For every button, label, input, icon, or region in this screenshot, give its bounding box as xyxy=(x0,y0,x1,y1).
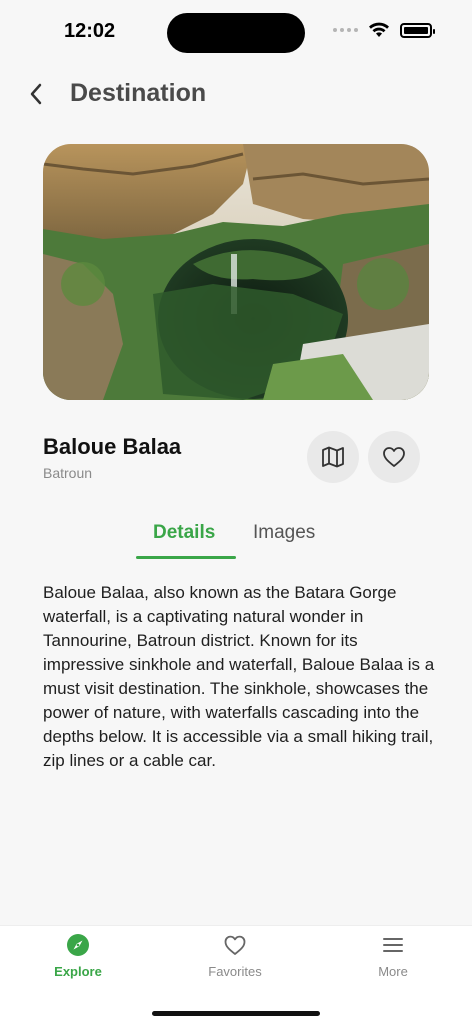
nav-explore-label: Explore xyxy=(54,964,102,979)
chevron-left-icon xyxy=(30,83,42,105)
dynamic-island xyxy=(167,13,305,53)
cellular-signal-icon xyxy=(333,28,358,32)
status-bar: 12:02 xyxy=(0,0,472,62)
status-icons xyxy=(333,22,435,38)
bottom-nav: Explore Favorites More xyxy=(0,925,472,1024)
favorite-button[interactable] xyxy=(368,431,420,483)
tab-bar: Details Images xyxy=(0,518,472,562)
header: Destination xyxy=(0,72,472,116)
heart-icon xyxy=(383,447,405,467)
nav-more[interactable]: More xyxy=(343,932,443,979)
tab-details[interactable]: Details xyxy=(153,522,215,544)
nav-more-label: More xyxy=(378,964,408,979)
tab-images[interactable]: Images xyxy=(253,522,315,544)
wifi-icon xyxy=(369,22,389,37)
map-icon xyxy=(322,446,344,468)
status-time: 12:02 xyxy=(64,20,116,42)
destination-photo xyxy=(43,144,429,400)
nav-favorites-label: Favorites xyxy=(208,964,262,979)
place-region: Batroun xyxy=(43,465,93,481)
menu-icon xyxy=(380,932,406,958)
place-name: Baloue Balaa xyxy=(43,434,182,459)
nav-explore[interactable]: Explore xyxy=(28,932,128,979)
page-title: Destination xyxy=(70,79,207,107)
map-button[interactable] xyxy=(307,431,359,483)
compass-icon xyxy=(65,932,91,958)
description-text: Baloue Balaa, also known as the Batara G… xyxy=(43,583,435,770)
battery-icon xyxy=(400,22,435,38)
home-indicator[interactable] xyxy=(152,1011,320,1016)
back-button[interactable] xyxy=(22,80,50,108)
heart-icon xyxy=(222,932,248,958)
active-tab-indicator xyxy=(136,556,236,559)
nav-favorites[interactable]: Favorites xyxy=(185,932,285,979)
